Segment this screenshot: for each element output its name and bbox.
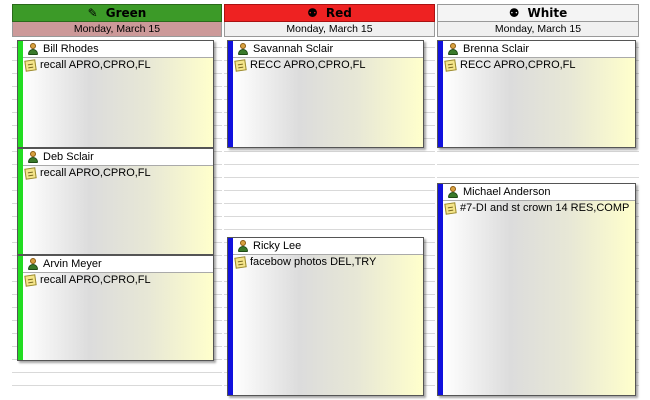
appointment-note: recall APRO,CPRO,FL — [23, 58, 213, 72]
patient-icon — [447, 43, 459, 55]
tooth-brush-icon: ✎ — [87, 6, 98, 20]
column-header-green[interactable]: ✎ Green — [12, 4, 222, 22]
procedure-text: recall APRO,CPRO,FL — [40, 59, 151, 71]
appointment-body: RECC APRO,CPRO,FL — [233, 58, 423, 147]
appointment-body: recall APRO,CPRO,FL — [23, 273, 213, 360]
patient-name: Savannah Sclair — [253, 43, 334, 55]
note-icon — [444, 58, 457, 72]
appointment-card[interactable]: Savannah Sclair RECC APRO,CPRO,FL — [227, 40, 424, 148]
appointment-body: RECC APRO,CPRO,FL — [443, 58, 635, 147]
appointment-title: Deb Sclair — [23, 149, 213, 166]
appointment-title: Bill Rhodes — [23, 41, 213, 58]
appointment-body: recall APRO,CPRO,FL — [23, 58, 213, 147]
column-header-white[interactable]: ⚉ White — [437, 4, 639, 22]
patient-name: Deb Sclair — [43, 151, 94, 163]
appointment-card[interactable]: Bill Rhodes recall APRO,CPRO,FL — [17, 40, 214, 148]
patient-name: Bill Rhodes — [43, 43, 99, 55]
appointment-card[interactable]: Deb Sclair recall APRO,CPRO,FL — [17, 148, 214, 255]
column-red: ⚉ Red Monday, March 15 Savannah Sclair RE… — [224, 0, 435, 400]
appointment-card[interactable]: Ricky Lee facebow photos DEL,TRY — [227, 237, 424, 396]
procedure-text: recall APRO,CPRO,FL — [40, 274, 151, 286]
patient-name: Arvin Meyer — [43, 258, 102, 270]
column-date: Monday, March 15 — [12, 22, 222, 37]
procedure-text: recall APRO,CPRO,FL — [40, 167, 151, 179]
patient-name: Ricky Lee — [253, 240, 302, 252]
note-icon — [234, 58, 247, 72]
patient-icon — [447, 186, 459, 198]
patient-icon — [237, 240, 249, 252]
note-icon — [24, 166, 37, 180]
patient-icon — [27, 151, 39, 163]
column-title: White — [527, 6, 568, 20]
patient-icon — [27, 43, 39, 55]
appointment-note: recall APRO,CPRO,FL — [23, 273, 213, 287]
appointment-title: Savannah Sclair — [233, 41, 423, 58]
patient-name: Michael Anderson — [463, 186, 551, 198]
note-icon — [24, 273, 37, 287]
appointment-card[interactable]: Michael Anderson #7-DI and st crown 14 R… — [437, 183, 636, 396]
appointment-note: facebow photos DEL,TRY — [233, 255, 423, 269]
procedure-text: RECC APRO,CPRO,FL — [250, 59, 366, 71]
appointment-card[interactable]: Brenna Sclair RECC APRO,CPRO,FL — [437, 40, 636, 148]
column-header-red[interactable]: ⚉ Red — [224, 4, 435, 22]
patient-name: Brenna Sclair — [463, 43, 530, 55]
patient-icon — [237, 43, 249, 55]
appointment-card[interactable]: Arvin Meyer recall APRO,CPRO,FL — [17, 255, 214, 361]
column-green: ✎ Green Monday, March 15 Bill Rhodes reca… — [12, 0, 222, 400]
procedure-text: facebow photos DEL,TRY — [250, 256, 377, 268]
appointment-note: recall APRO,CPRO,FL — [23, 166, 213, 180]
appointment-note: RECC APRO,CPRO,FL — [233, 58, 423, 72]
note-icon — [24, 58, 37, 72]
appointment-body: facebow photos DEL,TRY — [233, 255, 423, 395]
appointment-note: #7-DI and st crown 14 RES,COMP — [443, 201, 635, 215]
note-icon — [444, 201, 457, 215]
column-title: Red — [325, 6, 352, 20]
appointment-title: Michael Anderson — [443, 184, 635, 201]
column-date: Monday, March 15 — [224, 22, 435, 37]
column-title: Green — [105, 6, 147, 20]
procedure-text: #7-DI and st crown 14 RES,COMP — [460, 202, 630, 214]
patient-icon — [27, 258, 39, 270]
dental-chair-icon: ⚉ — [307, 6, 318, 20]
column-date: Monday, March 15 — [437, 22, 639, 37]
appointment-note: RECC APRO,CPRO,FL — [443, 58, 635, 72]
appointment-title: Arvin Meyer — [23, 256, 213, 273]
note-icon — [234, 255, 247, 269]
appointment-title: Ricky Lee — [233, 238, 423, 255]
appointment-body: recall APRO,CPRO,FL — [23, 166, 213, 254]
procedure-text: RECC APRO,CPRO,FL — [460, 59, 576, 71]
appointment-body: #7-DI and st crown 14 RES,COMP — [443, 201, 635, 395]
dental-chair-icon: ⚉ — [508, 6, 520, 20]
column-white: ⚉ White Monday, March 15 Brenna Sclair RE… — [437, 0, 639, 400]
appointment-title: Brenna Sclair — [443, 41, 635, 58]
